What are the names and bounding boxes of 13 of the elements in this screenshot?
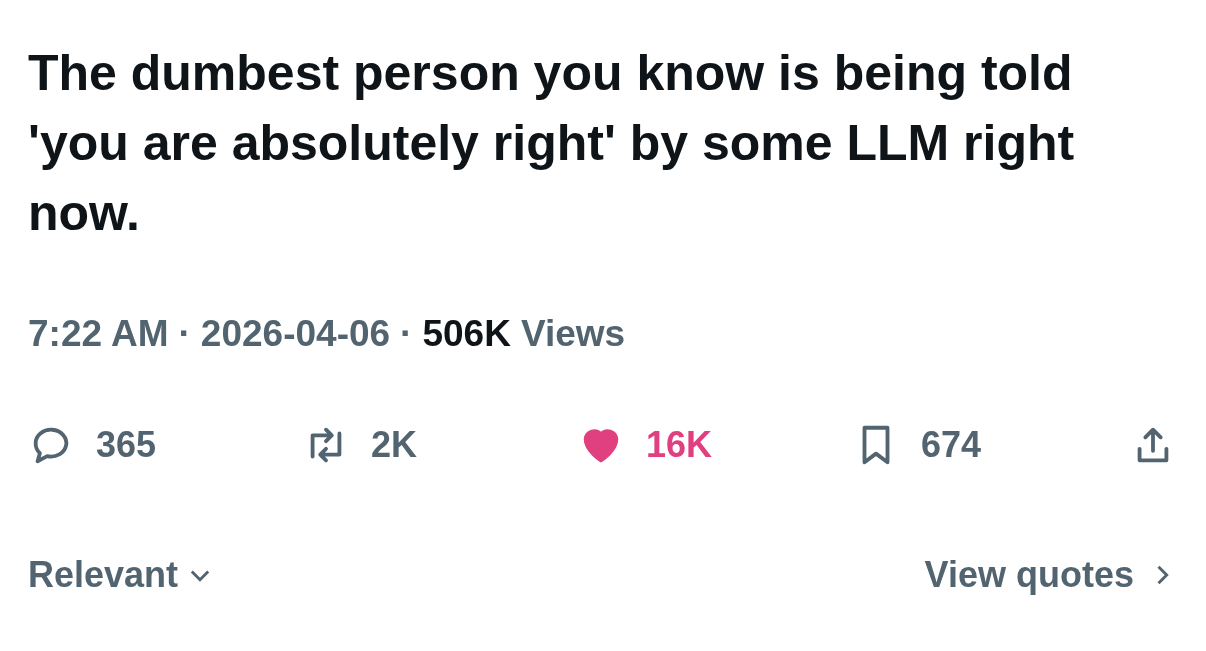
sort-dropdown[interactable]: Relevant xyxy=(28,547,215,602)
tweet-time[interactable]: 7:22 AM xyxy=(28,306,169,362)
reply-button[interactable]: 365 xyxy=(28,417,303,472)
tweet-text: The dumbest person you know is being told 'you are absolutely right' by some LLM right now. xyxy=(28,44,1076,243)
view-quotes-link[interactable]: View quotes xyxy=(924,547,1176,602)
views-count: 506K xyxy=(422,312,511,356)
separator-dot: · xyxy=(178,312,191,356)
separator-dot: · xyxy=(400,312,413,356)
bookmark-button[interactable]: 674 xyxy=(853,417,1128,472)
repost-button[interactable]: 2K xyxy=(303,417,578,472)
views-label: Views xyxy=(520,312,626,356)
tweet-date[interactable]: 2026-04-06 xyxy=(200,306,391,362)
like-button[interactable]: 16K xyxy=(578,417,853,472)
